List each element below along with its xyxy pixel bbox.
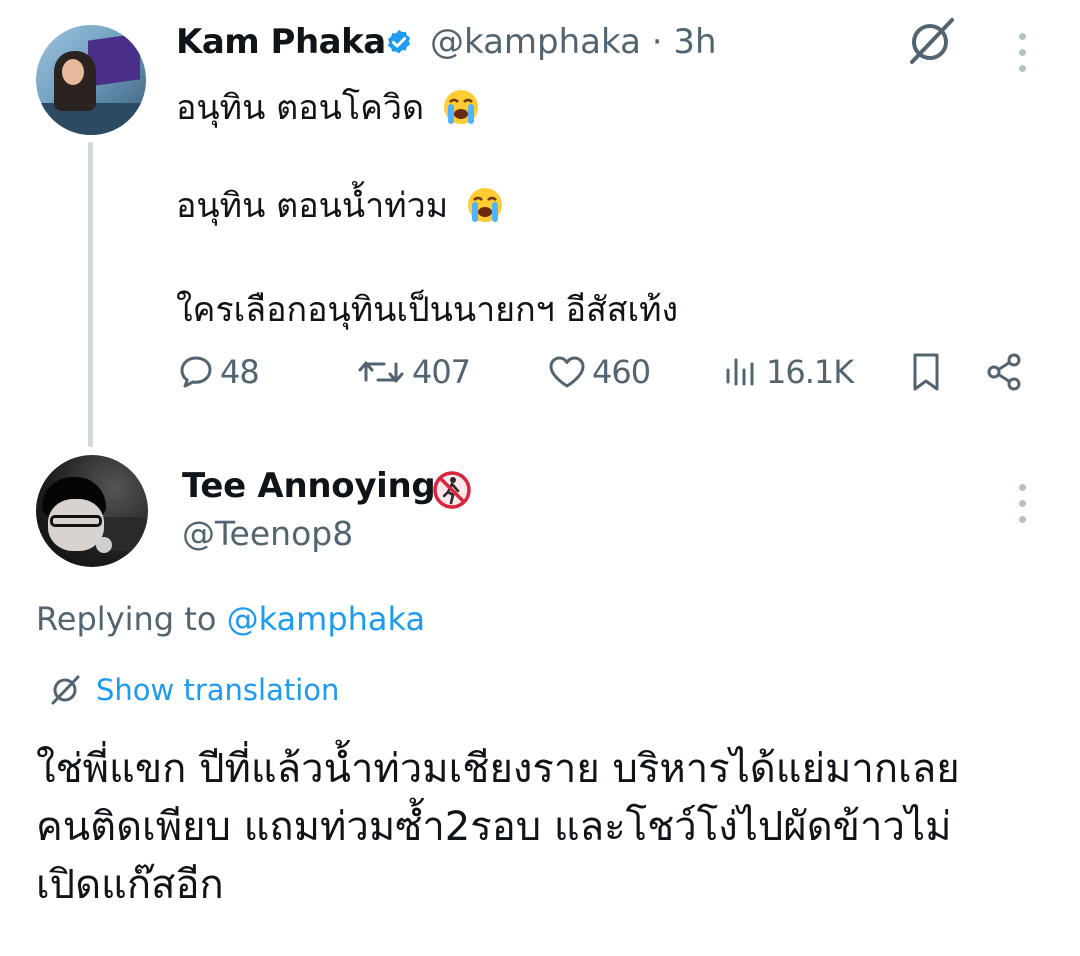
tweet-line-text: อนุทิน ตอนโควิด bbox=[176, 88, 425, 128]
show-translation-label: Show translation bbox=[96, 673, 340, 707]
grok-icon[interactable] bbox=[904, 16, 956, 68]
analytics-icon bbox=[726, 358, 754, 386]
repost-count: 407 bbox=[412, 353, 471, 391]
reply-button[interactable]: 48 bbox=[176, 350, 260, 394]
author-name[interactable]: Kam Phaka bbox=[176, 22, 386, 62]
more-options-icon[interactable] bbox=[1019, 33, 1027, 81]
share-button[interactable] bbox=[984, 350, 1030, 394]
avatar[interactable] bbox=[36, 455, 148, 567]
handle-timestamp[interactable]: @kamphaka · 3h bbox=[430, 22, 717, 62]
tweet-line-text: อนุทิน ตอนน้ำท่วม bbox=[176, 186, 449, 226]
share-icon bbox=[987, 353, 1021, 391]
like-button[interactable]: 460 bbox=[546, 350, 651, 394]
loudly-crying-face-icon bbox=[467, 188, 502, 222]
replying-to-link[interactable]: @kamphaka bbox=[227, 600, 426, 638]
reply-line: เปิดแก๊สอีก bbox=[36, 862, 224, 908]
show-translation-button[interactable]: Show translation bbox=[48, 670, 339, 710]
replying-to: Replying to @kamphaka bbox=[36, 600, 425, 638]
bookmark-button[interactable] bbox=[908, 350, 948, 394]
thread-line bbox=[88, 142, 93, 447]
author-name[interactable]: Tee Annoying bbox=[182, 466, 436, 506]
verified-badge-icon bbox=[388, 29, 410, 54]
reply-count: 48 bbox=[220, 353, 260, 391]
heart-icon bbox=[549, 356, 585, 388]
like-count: 460 bbox=[592, 353, 651, 391]
no-pedestrians-icon bbox=[433, 471, 471, 509]
repost-button[interactable]: 407 bbox=[356, 350, 471, 394]
views-button[interactable]: 16.1K bbox=[722, 350, 854, 394]
reply-icon bbox=[180, 356, 212, 388]
reply-body: ใช่พี่แขก ปีที่แล้วน้ำท่วมเชียงราย บริหา… bbox=[36, 740, 1046, 914]
views-count: 16.1K bbox=[766, 353, 854, 391]
tweet-line-1: อนุทิน ตอนโควิด bbox=[176, 80, 481, 134]
more-options-icon[interactable] bbox=[1019, 484, 1027, 532]
loudly-crying-face-icon bbox=[443, 90, 478, 124]
grok-icon bbox=[51, 675, 80, 705]
avatar[interactable] bbox=[36, 25, 146, 135]
tweet-line-2: อนุทิน ตอนน้ำท่วม bbox=[176, 178, 505, 232]
bookmark-icon bbox=[913, 353, 939, 391]
replying-prefix: Replying to bbox=[36, 600, 217, 638]
reply-line: คนติดเพียบ แถมท่วมซ้ำ2รอบ และโชว์โง่ไปผั… bbox=[36, 804, 952, 850]
author-handle[interactable]: @Teenop8 bbox=[182, 514, 353, 553]
tweet-line-3: ใครเลือกอนุทินเป็นนายกฯ อีสัสเท้ง bbox=[176, 290, 679, 330]
reply-line: ใช่พี่แขก ปีที่แล้วน้ำท่วมเชียงราย บริหา… bbox=[36, 746, 960, 792]
repost-icon bbox=[358, 361, 404, 383]
